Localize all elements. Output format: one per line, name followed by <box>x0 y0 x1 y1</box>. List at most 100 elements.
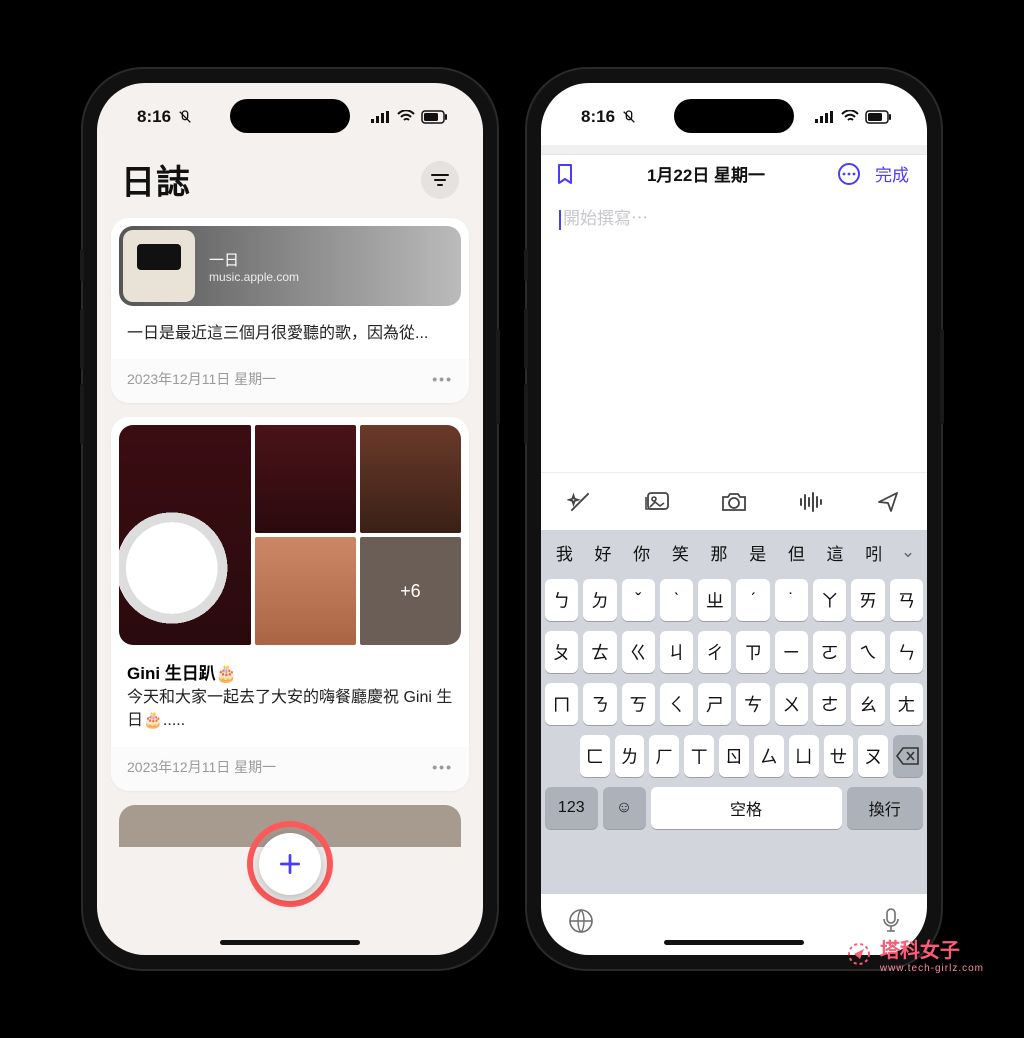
key[interactable]: ㄗ <box>736 631 769 673</box>
journal-card[interactable]: +6 Gini 生日趴🎂 今天和大家一起去了大安的嗨餐廳慶祝 Gini 生日🎂.… <box>111 417 469 790</box>
key[interactable]: ˊ <box>736 579 769 621</box>
return-key[interactable]: 換行 <box>847 787 923 829</box>
suggestion[interactable]: 但 <box>777 540 816 565</box>
suggestion-bar: 我 好 你 笑 那 是 但 這 吲 ⌄ <box>541 530 927 574</box>
key[interactable]: ㄚ <box>813 579 846 621</box>
key[interactable]: ㄢ <box>890 579 923 621</box>
key[interactable]: ㄑ <box>660 683 693 725</box>
key[interactable]: ㄎ <box>622 683 655 725</box>
wifi-icon <box>841 110 859 124</box>
filter-button[interactable] <box>421 161 459 199</box>
key[interactable]: ㄓ <box>698 579 731 621</box>
key[interactable]: ㄍ <box>622 631 655 673</box>
key[interactable]: ㄐ <box>660 631 693 673</box>
key[interactable]: ㄊ <box>583 631 616 673</box>
mode-key[interactable]: 123 <box>545 787 598 829</box>
entry-date: 2023年12月11日 星期一 <box>127 369 276 389</box>
key[interactable]: ㄈ <box>580 735 610 777</box>
music-attachment[interactable]: 一日 music.apple.com <box>119 226 461 306</box>
new-entry-button[interactable] <box>259 833 321 895</box>
gallery-button[interactable] <box>642 487 672 517</box>
key[interactable]: ㄆ <box>545 631 578 673</box>
location-button[interactable] <box>873 487 903 517</box>
key[interactable]: ㄛ <box>813 631 846 673</box>
suggestion[interactable]: 好 <box>584 540 623 565</box>
suggestion[interactable]: 你 <box>622 540 661 565</box>
key[interactable]: ㄋ <box>583 683 616 725</box>
photo-thumb[interactable] <box>360 425 461 533</box>
attachment-toolbar <box>541 472 927 530</box>
key[interactable]: ㄠ <box>851 683 884 725</box>
done-button[interactable]: 完成 <box>875 161 909 186</box>
key[interactable]: ㄅ <box>545 579 578 621</box>
status-time: 8:16 <box>581 107 615 127</box>
suggestion[interactable]: 笑 <box>661 540 700 565</box>
editor-date[interactable]: 1月22日 星期一 <box>647 161 765 186</box>
key[interactable]: ˙ <box>775 579 808 621</box>
suggestion[interactable]: 這 <box>816 540 855 565</box>
key[interactable]: ㄝ <box>824 735 854 777</box>
entry-more-button[interactable]: ••• <box>432 759 453 775</box>
key[interactable]: ㄇ <box>545 683 578 725</box>
magic-button[interactable] <box>565 487 595 517</box>
highlight-ring <box>247 821 333 907</box>
camera-button[interactable] <box>719 487 749 517</box>
key[interactable]: ㄌ <box>615 735 645 777</box>
screen-right: 8:16 1月22日 星期一 完成 <box>541 83 927 955</box>
music-title: 一日 <box>209 249 299 270</box>
suggestion-expand[interactable]: ⌄ <box>893 542 923 562</box>
editor-more-button[interactable] <box>837 162 861 186</box>
space-key[interactable]: 空格 <box>651 787 842 829</box>
dictation-key[interactable] <box>881 907 901 935</box>
suggestion[interactable]: 是 <box>738 540 777 565</box>
journal-card[interactable]: 一日 music.apple.com 一日是最近這三個月很愛聽的歌，因為從...… <box>111 218 469 403</box>
key[interactable]: ㄟ <box>851 631 884 673</box>
entry-more-button[interactable]: ••• <box>432 371 453 387</box>
key[interactable]: ㄉ <box>583 579 616 621</box>
key[interactable]: ㄕ <box>698 683 731 725</box>
suggestion[interactable]: 那 <box>700 540 739 565</box>
suggestion[interactable]: 我 <box>545 540 584 565</box>
photo-more-button[interactable]: +6 <box>360 537 461 645</box>
entry-excerpt: 今天和大家一起去了大安的嗨餐廳慶祝 Gini 生日🎂..... <box>111 686 469 746</box>
key[interactable]: ㄣ <box>890 631 923 673</box>
key-row: ㄅ ㄉ ˇ ˋ ㄓ ˊ ˙ ㄚ ㄞ ㄢ <box>541 574 927 626</box>
key[interactable]: ㄤ <box>890 683 923 725</box>
bookmark-button[interactable] <box>555 162 575 186</box>
music-artwork <box>123 230 195 302</box>
status-time: 8:16 <box>137 107 171 127</box>
key[interactable]: ㄞ <box>851 579 884 621</box>
photo-grid[interactable]: +6 <box>119 425 461 645</box>
photo-thumb[interactable] <box>255 425 356 533</box>
key[interactable]: ㄜ <box>813 683 846 725</box>
key[interactable]: ㄨ <box>775 683 808 725</box>
home-indicator[interactable] <box>664 940 804 945</box>
home-indicator[interactable] <box>220 940 360 945</box>
key[interactable]: ˇ <box>622 579 655 621</box>
key[interactable]: ㄘ <box>736 683 769 725</box>
entry-excerpt: 一日是最近這三個月很愛聽的歌，因為從... <box>111 314 469 359</box>
photo-thumb[interactable] <box>255 537 356 645</box>
key[interactable]: ㄧ <box>775 631 808 673</box>
suggestion[interactable]: 吲 <box>854 540 893 565</box>
key[interactable]: ˋ <box>660 579 693 621</box>
key[interactable]: ㄡ <box>858 735 888 777</box>
screen-left: 8:16 日誌 <box>97 83 483 955</box>
key[interactable]: ㄖ <box>719 735 749 777</box>
mute-icon <box>621 109 637 125</box>
key[interactable]: ㄏ <box>649 735 679 777</box>
page-title: 日誌 <box>121 155 191 204</box>
key[interactable]: ㄙ <box>754 735 784 777</box>
key[interactable]: ㄔ <box>698 631 731 673</box>
editor-textarea[interactable]: 開始撰寫⋯ <box>541 192 927 472</box>
globe-key[interactable] <box>567 907 595 935</box>
delete-key[interactable] <box>893 735 923 777</box>
dynamic-island <box>674 99 794 133</box>
key[interactable]: ㄒ <box>684 735 714 777</box>
audio-button[interactable] <box>796 487 826 517</box>
photo-thumb[interactable] <box>119 425 251 645</box>
mute-icon <box>177 109 193 125</box>
emoji-key[interactable]: ☺ <box>603 787 646 829</box>
key[interactable]: ㄩ <box>789 735 819 777</box>
editor-placeholder: 開始撰寫⋯ <box>563 209 648 228</box>
